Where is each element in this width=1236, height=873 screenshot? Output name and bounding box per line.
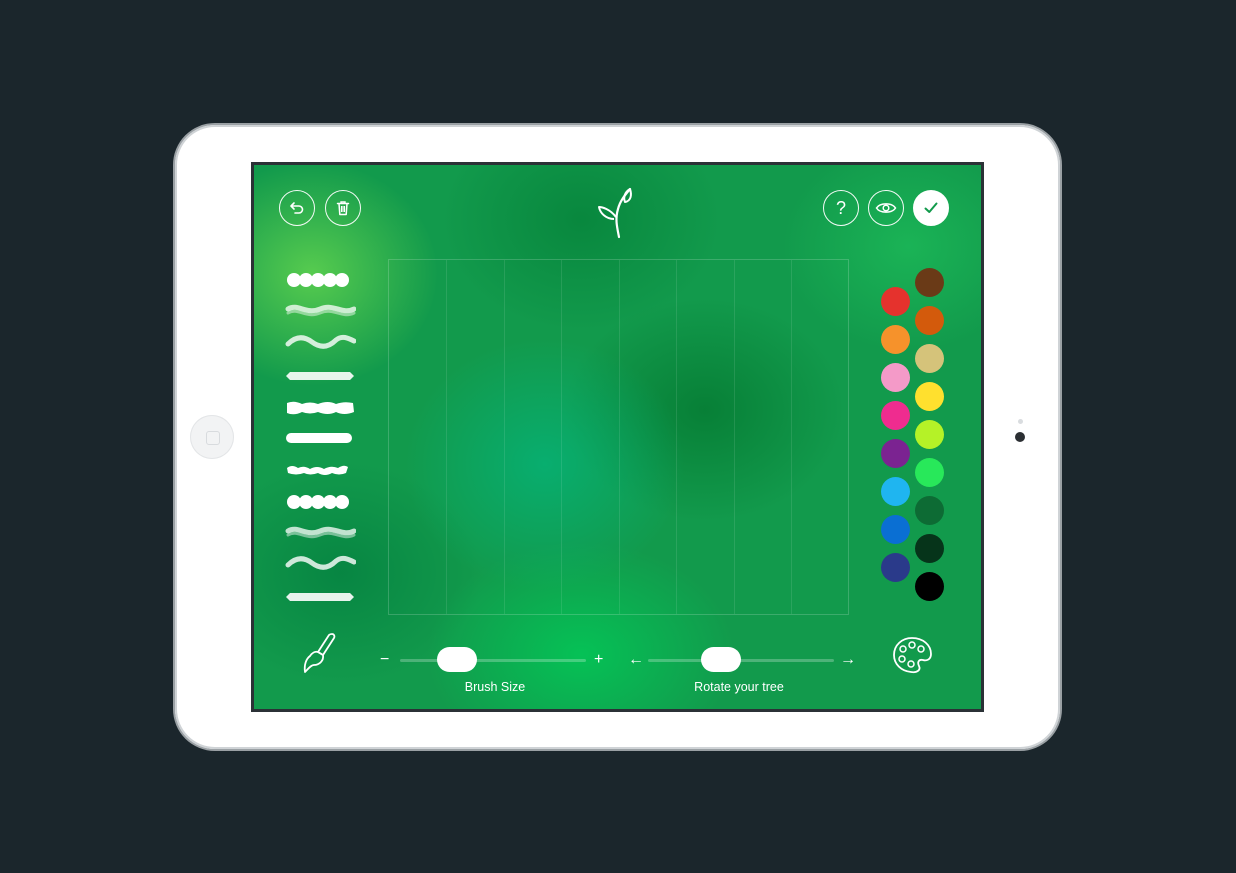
grid-line — [446, 260, 447, 614]
undo-arrow-icon — [290, 202, 304, 214]
preview-button[interactable] — [868, 190, 904, 226]
color-swatch-yellow[interactable] — [915, 382, 944, 411]
color-swatch-dark-orange[interactable] — [915, 306, 944, 335]
brush-round-dots[interactable] — [284, 270, 356, 290]
grid-line — [734, 260, 735, 614]
color-swatch-dark-green[interactable] — [915, 496, 944, 525]
color-swatch-orange[interactable] — [881, 325, 910, 354]
brush-size-increase[interactable]: + — [594, 647, 603, 673]
brush-size-slider[interactable]: − + — [380, 647, 610, 673]
sensor-dot — [1018, 419, 1023, 424]
grid-line — [619, 260, 620, 614]
color-swatch-brown[interactable] — [915, 268, 944, 297]
color-swatch-blue[interactable] — [881, 515, 910, 544]
camera-dot — [1015, 432, 1025, 442]
brush-solid-line[interactable] — [284, 428, 356, 448]
brush-size-track[interactable] — [400, 659, 586, 662]
app-screen: ? − + Brush Size ← → Rotate your tree — [251, 162, 984, 712]
brush-feather-wave[interactable] — [284, 301, 356, 321]
drawing-canvas[interactable] — [388, 259, 849, 615]
rotate-slider[interactable]: ← → — [628, 647, 858, 673]
brush-flat-blur-2[interactable] — [284, 587, 356, 607]
color-swatch-bright-green[interactable] — [915, 458, 944, 487]
help-label: ? — [835, 198, 846, 218]
grid-line — [561, 260, 562, 614]
grid-line — [676, 260, 677, 614]
color-swatch-pink[interactable] — [881, 363, 910, 392]
color-swatch-lime[interactable] — [915, 420, 944, 449]
color-swatch-purple[interactable] — [881, 439, 910, 468]
trash-icon — [336, 201, 350, 216]
rotate-right-arrow[interactable]: → — [840, 647, 856, 673]
grid-line — [504, 260, 505, 614]
color-swatch-forest-green[interactable] — [915, 534, 944, 563]
palette-button[interactable] — [891, 635, 933, 680]
rotate-label: Rotate your tree — [694, 680, 784, 694]
brush-flat-blur[interactable] — [284, 366, 356, 386]
color-swatch-sky-blue[interactable] — [881, 477, 910, 506]
home-button[interactable] — [190, 415, 234, 459]
check-icon — [924, 202, 938, 213]
brush-soft-wave-2[interactable] — [284, 553, 356, 573]
paintbrush-icon — [303, 633, 336, 673]
grid-line — [791, 260, 792, 614]
color-swatch-magenta[interactable] — [881, 401, 910, 430]
color-swatch-navy[interactable] — [881, 553, 910, 582]
brush-size-label: Brush Size — [464, 680, 526, 694]
brush-round-dots-2[interactable] — [284, 492, 356, 512]
help-button[interactable]: ? — [823, 190, 859, 226]
brush-tool-button[interactable] — [299, 631, 339, 680]
palette-icon — [893, 637, 932, 674]
rotate-track[interactable] — [648, 659, 834, 662]
brush-soft-wave[interactable] — [284, 332, 356, 352]
color-swatch-tan[interactable] — [915, 344, 944, 373]
brush-splatter[interactable] — [284, 460, 356, 480]
undo-button[interactable] — [279, 190, 315, 226]
rotate-left-arrow[interactable]: ← — [628, 647, 644, 673]
sprout-icon — [598, 187, 632, 239]
brush-size-decrease[interactable]: − — [380, 647, 389, 673]
delete-button[interactable] — [325, 190, 361, 226]
app-logo — [594, 183, 638, 244]
color-swatch-red[interactable] — [881, 287, 910, 316]
color-swatch-black[interactable] — [915, 572, 944, 601]
rotate-thumb[interactable] — [700, 647, 741, 672]
brush-feather-wave-2[interactable] — [284, 523, 356, 543]
eye-icon — [875, 203, 897, 213]
confirm-button[interactable] — [913, 190, 949, 226]
brush-size-thumb[interactable] — [436, 647, 477, 672]
brush-rough-stroke[interactable] — [284, 398, 356, 418]
